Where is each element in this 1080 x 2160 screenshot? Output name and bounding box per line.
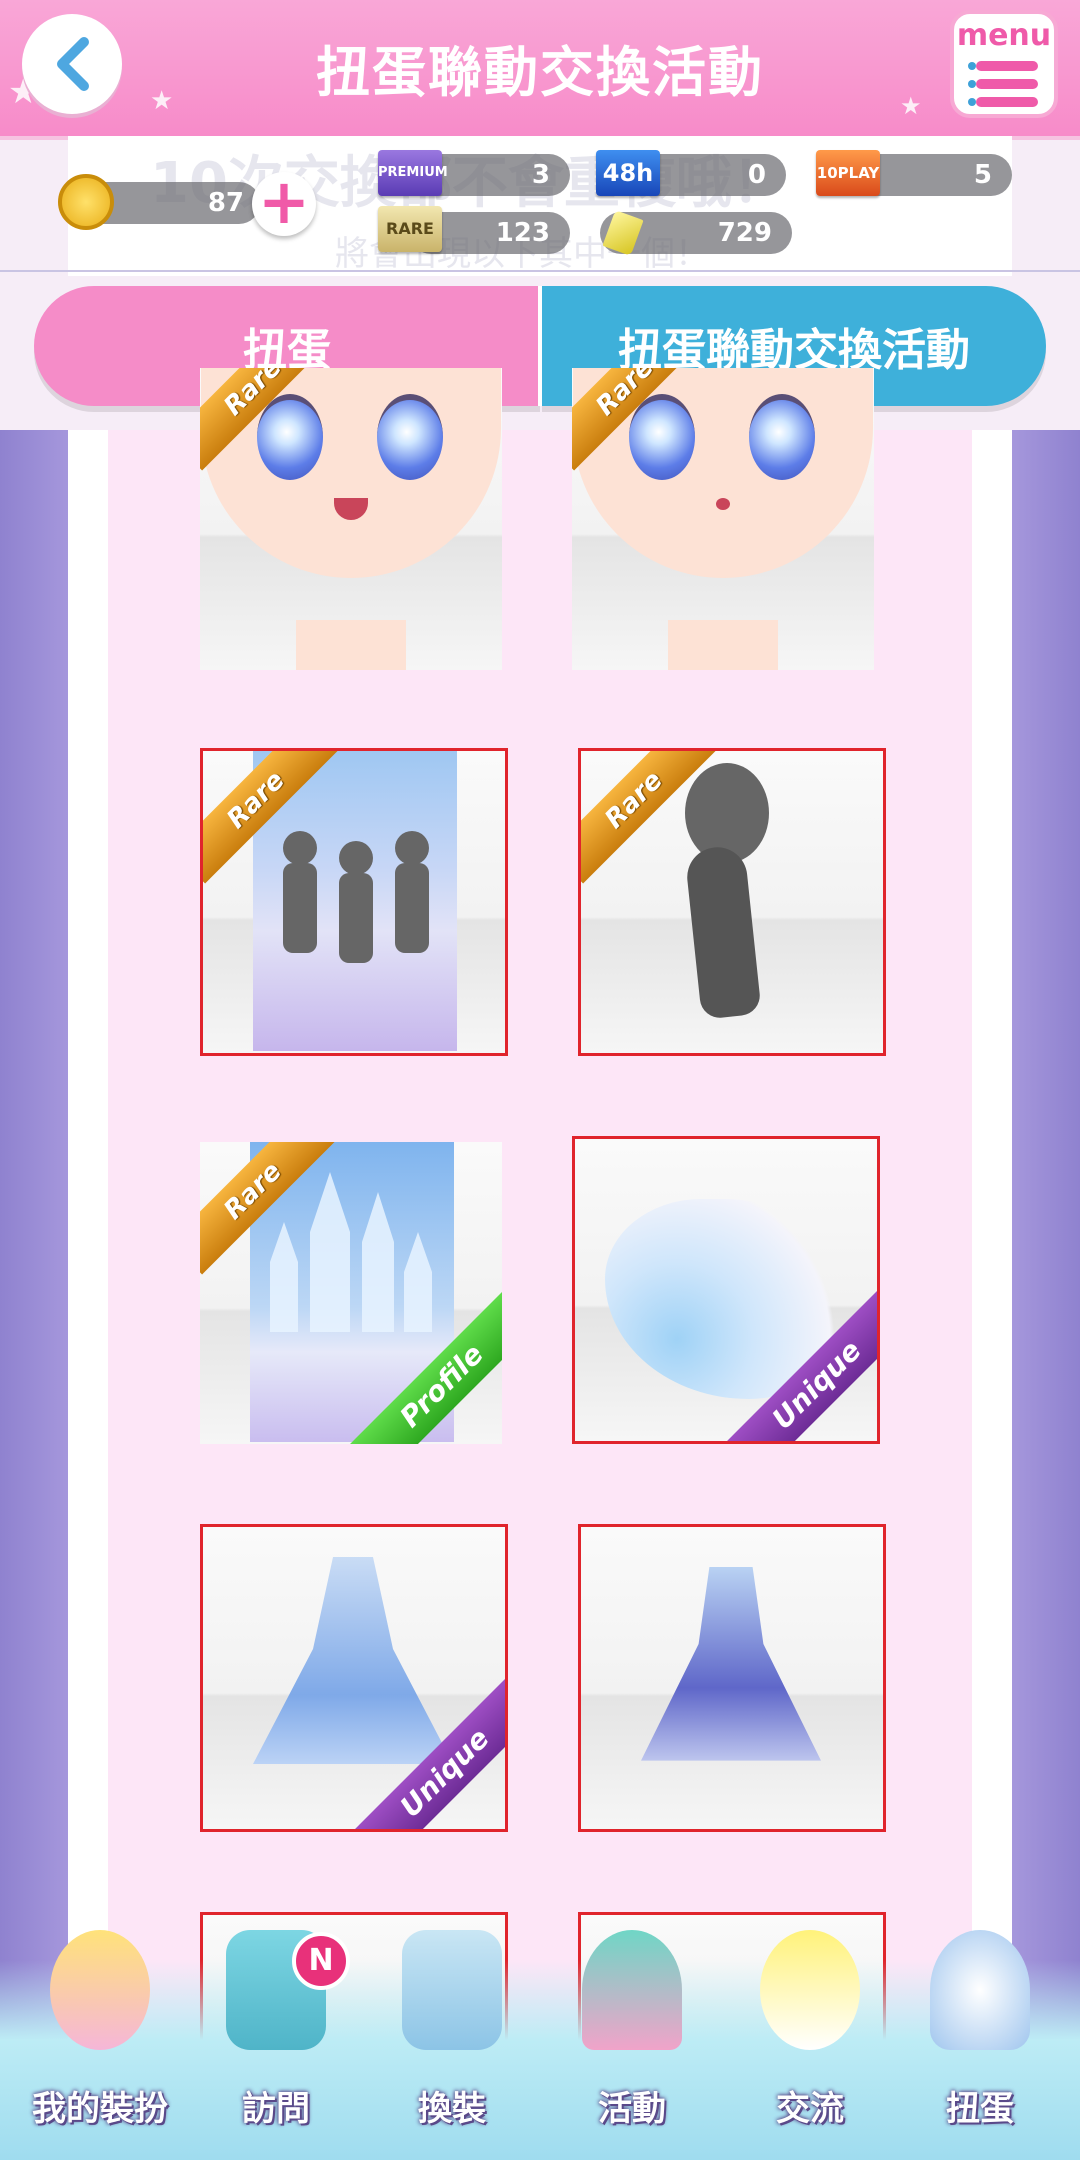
page-background bbox=[0, 430, 1080, 2160]
mouth-icon bbox=[334, 498, 368, 520]
menu-dot-icon bbox=[968, 98, 976, 106]
carousel-icon bbox=[50, 1930, 150, 2050]
rare-ticket-icon: RARE bbox=[378, 206, 442, 252]
coin-value: 87 bbox=[207, 188, 244, 218]
menu-line-icon bbox=[976, 79, 1038, 89]
item-winter-dress[interactable] bbox=[578, 1524, 886, 1832]
page-title: 扭蛋聯動交換活動 bbox=[316, 41, 764, 104]
notification-badge: N bbox=[292, 1932, 350, 1990]
eye-icon bbox=[749, 394, 815, 480]
nav-social[interactable]: 交流 bbox=[730, 1930, 890, 2140]
nav-event[interactable]: 活動 bbox=[552, 1930, 712, 2140]
menu-label: menu bbox=[956, 18, 1052, 53]
menu-dot-icon bbox=[968, 62, 976, 70]
tent-icon bbox=[582, 1930, 682, 2050]
silhouette-body bbox=[339, 873, 373, 963]
premium-ticket-value: 3 bbox=[531, 160, 550, 190]
gacha-machine-icon bbox=[930, 1930, 1030, 2050]
item-ice-castle-background[interactable]: Rare bbox=[200, 748, 508, 1056]
eye-icon bbox=[377, 394, 443, 480]
nav-visit-label: 訪問 bbox=[242, 2089, 310, 2129]
nav-gacha-label: 扭蛋 bbox=[946, 2089, 1014, 2129]
item-pose[interactable]: Rare bbox=[578, 748, 886, 1056]
nav-event-label: 活動 bbox=[598, 2089, 666, 2129]
nav-my-outfit[interactable]: 我的裝扮 bbox=[20, 1930, 180, 2140]
silhouette-body bbox=[395, 863, 429, 953]
silhouette-head bbox=[339, 841, 373, 875]
nav-my-outfit-label: 我的裝扮 bbox=[32, 2089, 168, 2129]
neck-shape bbox=[296, 620, 406, 670]
rare-ticket-value: 123 bbox=[495, 218, 550, 248]
tab-separator bbox=[538, 286, 542, 406]
silhouette-head bbox=[283, 831, 317, 865]
silhouette-body bbox=[283, 863, 317, 953]
menu-button[interactable]: menu bbox=[950, 10, 1058, 118]
item-winter-outfit-set[interactable]: Unique bbox=[572, 1136, 880, 1444]
mouth-icon bbox=[716, 498, 730, 510]
eye-icon bbox=[257, 394, 323, 480]
divider bbox=[0, 270, 1080, 272]
item-face-surprised[interactable]: Rare bbox=[572, 368, 874, 670]
ballgown-illustration bbox=[253, 1557, 453, 1764]
menu-line-icon bbox=[976, 61, 1038, 71]
menu-line-icon bbox=[976, 97, 1038, 107]
add-coins-button[interactable]: + bbox=[252, 171, 316, 236]
coin-icon bbox=[58, 174, 114, 230]
gem-value: 729 bbox=[717, 218, 772, 248]
48h-ticket-value: 0 bbox=[747, 160, 766, 190]
silhouette-head bbox=[395, 831, 429, 865]
pose-silhouette-body bbox=[684, 844, 762, 1020]
menu-dot-icon bbox=[968, 80, 976, 88]
item-face-happy[interactable]: Rare bbox=[200, 368, 502, 670]
shirt-icon bbox=[402, 1930, 502, 2050]
10play-ticket-value: 5 bbox=[973, 160, 992, 190]
premium-ticket-icon: PREMIUM bbox=[378, 150, 448, 196]
nav-social-label: 交流 bbox=[776, 2089, 844, 2129]
eye-icon bbox=[629, 394, 695, 480]
48h-ticket-icon: 48h bbox=[596, 150, 660, 196]
item-ice-castle-profile[interactable]: Rare Profile bbox=[200, 1142, 502, 1444]
friends-icon bbox=[760, 1930, 860, 2050]
neck-shape bbox=[668, 620, 778, 670]
item-winter-ballgown[interactable]: Unique bbox=[200, 1524, 508, 1832]
nav-dress-up-label: 換裝 bbox=[418, 2089, 486, 2129]
nav-gacha[interactable]: 扭蛋 bbox=[900, 1930, 1060, 2140]
nav-dress-up[interactable]: 換裝 bbox=[372, 1930, 532, 2140]
top-header: ★ ★ ★ 扭蛋聯動交換活動 menu bbox=[0, 0, 1080, 140]
10play-ticket-icon: 10PLAY bbox=[816, 150, 880, 196]
dress-illustration bbox=[641, 1567, 821, 1761]
